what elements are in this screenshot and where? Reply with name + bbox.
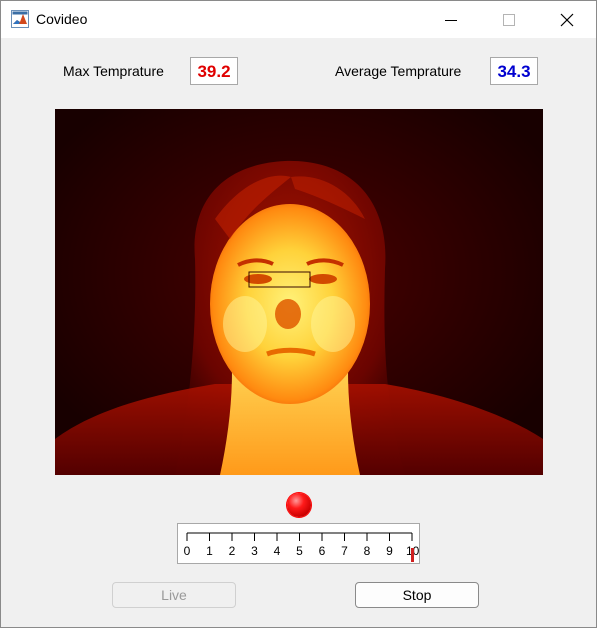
stop-button[interactable]: Stop xyxy=(355,582,479,608)
average-temperature-value: 34.3 xyxy=(490,57,538,85)
live-button[interactable]: Live xyxy=(112,582,236,608)
app-window: Covideo Max Temprature 39.2 Average Temp… xyxy=(0,0,597,628)
maximize-icon xyxy=(503,13,515,26)
slider-tick-label: 8 xyxy=(363,544,371,558)
minimize-icon xyxy=(445,19,457,21)
close-icon xyxy=(560,13,574,26)
thermal-camera-image xyxy=(55,109,543,475)
close-button[interactable] xyxy=(538,1,596,38)
slider-tick-label: 1 xyxy=(206,544,213,558)
matlab-logo-icon xyxy=(11,10,29,28)
slider-tick-label: 7 xyxy=(341,544,348,558)
slider-tick-label: 0 xyxy=(183,544,191,558)
minimize-button[interactable] xyxy=(422,1,480,38)
slider-tick-label: 3 xyxy=(251,544,258,558)
slider-tick-label: 5 xyxy=(296,544,303,558)
time-slider[interactable]: 012345678910 xyxy=(177,523,420,564)
slider-tick-label: 4 xyxy=(273,544,281,558)
maximize-button[interactable] xyxy=(480,1,538,38)
max-temperature-label: Max Temprature xyxy=(63,63,164,79)
slider-tick-label: 9 xyxy=(386,544,393,558)
title-bar: Covideo xyxy=(1,1,596,38)
recording-indicator-lamp xyxy=(287,493,311,517)
slider-tick-label: 2 xyxy=(228,544,236,558)
slider-thumb[interactable] xyxy=(411,548,414,562)
max-temperature-value: 39.2 xyxy=(190,57,238,85)
window-title: Covideo xyxy=(36,11,88,27)
average-temperature-label: Average Temprature xyxy=(335,63,462,79)
slider-tick-label: 6 xyxy=(318,544,326,558)
